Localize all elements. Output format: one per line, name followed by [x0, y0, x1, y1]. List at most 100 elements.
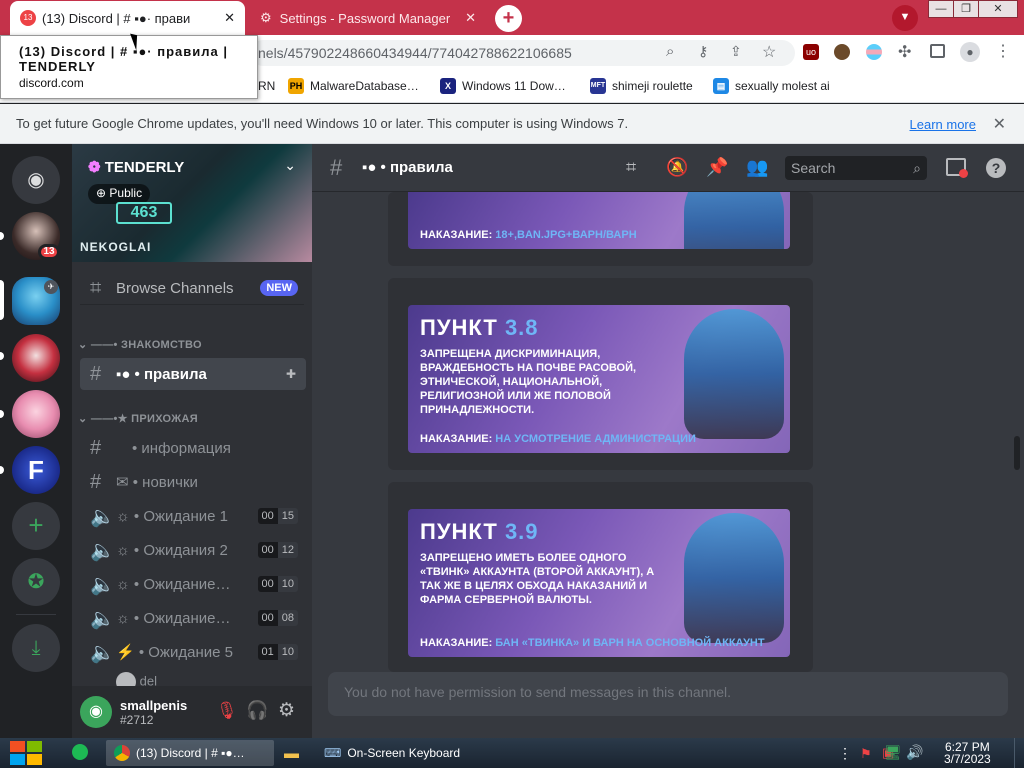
rule-body: ЗАПРЕЩЕНА ДИСКРИМИНАЦИЯ, ВРАЖДЕБНОСТЬ НА… — [420, 348, 637, 416]
share-icon[interactable]: ⇪ — [730, 43, 742, 60]
taskbar-chrome[interactable]: (13) Discord | # ▪●… — [106, 740, 274, 766]
selected-server-pill — [0, 280, 4, 320]
spotify-icon[interactable] — [72, 744, 88, 760]
headphones-icon[interactable]: 🎧 — [246, 700, 268, 721]
tab-settings[interactable]: ⚙ Settings - Password Manager ✕ — [250, 1, 486, 35]
voice-channel[interactable]: 🔈 ⚡ • Ожидание 5 01 10 — [80, 636, 306, 668]
bookmark-item[interactable]: RN — [258, 76, 275, 96]
channel-rules[interactable]: # ▪● • правила ✚ — [80, 358, 306, 390]
download-icon[interactable]: ⤓ — [12, 624, 60, 672]
channel-info[interactable]: # • информация — [80, 432, 306, 464]
extensions-puzzle-icon[interactable]: ✣ — [898, 42, 911, 62]
text-channel-icon: # — [90, 470, 102, 493]
pin-icon[interactable]: 📌 — [706, 157, 728, 178]
rule-image[interactable]: ПУНКТ 3.8 ЗАПРЕЩЕНА ДИСКРИМИНАЦИЯ, ВРАЖД… — [408, 305, 790, 453]
key-icon[interactable]: ⚷ — [698, 43, 708, 60]
server-menu-chevron-icon[interactable]: ⌄ — [284, 157, 296, 174]
update-infobar: To get future Google Chrome updates, you… — [0, 104, 1024, 144]
taskbar-explorer[interactable]: ▬ — [276, 740, 306, 766]
globe-icon: ⊕ — [96, 186, 107, 200]
server-banner[interactable]: ❁ TENDERLY ⌄ ⊕ Public 463 NEKOGLAI — [72, 144, 312, 262]
minimize-button[interactable]: — — [928, 0, 954, 18]
rule-punishment: НАКАЗАНИЕ: НА УСМОТРЕНИЕ АДМИНИСТРАЦИИ — [420, 433, 696, 445]
ublock-icon[interactable]: uo — [803, 44, 819, 60]
add-server-icon[interactable]: + — [12, 502, 60, 550]
category-prihozhaya[interactable]: ⌄ ——•★ ПРИХОЖАЯ — [78, 412, 198, 425]
network-icon[interactable]: 🖥 — [884, 744, 902, 761]
user-limit: 01 10 — [257, 644, 298, 660]
taskbar-osk[interactable]: ⌨ On-Screen Keyboard — [316, 740, 468, 766]
search-input[interactable]: Search ⌕ — [785, 156, 927, 180]
speaker-locked-icon: 🔈 — [90, 641, 115, 664]
member-list-icon[interactable]: 👥 — [746, 157, 768, 178]
tooltip-title: (13) Discord | # ▪●· правила | TENDERLY — [19, 44, 228, 74]
rule-image[interactable]: ПУНКТ 3.9 ЗАПРЕЩЕНО ИМЕТЬ БОЛЕЕ ОДНОГО «… — [408, 509, 790, 657]
channel-newbies[interactable]: # ✉ • новички — [80, 466, 306, 498]
server-icon-f[interactable]: F — [12, 446, 60, 494]
show-desktop-button[interactable] — [1014, 738, 1024, 768]
inbox-icon[interactable] — [946, 158, 968, 178]
voice-channel[interactable]: 🔈 ☼ • Ожидание… 00 10 — [80, 568, 306, 600]
discord-home-icon[interactable]: ◉ — [12, 156, 60, 204]
extension-avatar-icon[interactable] — [834, 44, 850, 60]
side-panel-icon[interactable] — [930, 44, 945, 58]
tab-discord[interactable]: 13 (13) Discord | # ▪●· прави ✕ — [10, 1, 245, 35]
voice-user[interactable]: del — [116, 672, 157, 686]
tray-menu-icon[interactable]: ⋮ — [838, 745, 852, 762]
user-limit: 00 10 — [257, 576, 298, 592]
close-tab-icon[interactable]: ✕ — [465, 10, 476, 26]
menu-kebab-icon[interactable]: ⋮ — [995, 41, 1011, 61]
tab-hover-tooltip: (13) Discord | # ▪●· правила | TENDERLY … — [0, 35, 258, 99]
learn-more-link[interactable]: Learn more — [910, 117, 976, 132]
bookmark-item[interactable]: PH MalwareDatabase… — [288, 76, 419, 96]
folder-icon: ▬ — [284, 744, 299, 762]
close-window-button[interactable]: ✕ — [978, 0, 1018, 18]
category-znakomstvo[interactable]: ⌄ ——• ЗНАКОМСТВО — [78, 338, 202, 351]
volume-icon[interactable]: 🔊 — [906, 744, 923, 761]
rule-punishment: НАКАЗАНИЕ: БАН «ТВИНКА» И ВАРН НА ОСНОВН… — [420, 637, 765, 649]
mute-mic-icon[interactable]: 🎙 — [216, 701, 238, 721]
clock[interactable]: 6:27 PM 3/7/2023 — [944, 741, 991, 765]
user-limit: 00 08 — [257, 610, 298, 626]
user-settings-gear-icon[interactable]: ⚙ — [278, 699, 295, 722]
profile-icon[interactable]: ● — [960, 42, 980, 62]
search-icon[interactable]: ⌕ — [666, 43, 674, 60]
bookmark-item[interactable]: ▤ sexually molest ai — [713, 76, 830, 96]
address-bar[interactable]: nels/457902248660434944/7740427886221066… — [250, 40, 795, 66]
anime-character-art — [684, 309, 784, 439]
close-tab-icon[interactable]: ✕ — [224, 10, 235, 26]
channel-title: ▪● • правила — [362, 159, 453, 176]
maximize-button[interactable]: ❐ — [953, 0, 979, 18]
add-member-icon[interactable]: ✚ — [286, 367, 296, 381]
user-avatar[interactable]: ◉ — [80, 696, 112, 728]
threads-icon[interactable]: ⌗ — [626, 157, 636, 178]
browse-channels-icon: ⌗ — [90, 276, 102, 299]
infobar-close-icon[interactable]: ✕ — [993, 114, 1006, 134]
user-tag: #2712 — [120, 713, 154, 727]
rule-image[interactable]: НАКАЗАНИЕ: 18+,BAN.JPG+ВАРН/ВАРН — [408, 192, 790, 249]
voice-channel[interactable]: 🔈 ☼ • Ожидание… 00 08 — [80, 602, 306, 634]
chrome-icon — [114, 745, 130, 761]
server-icon[interactable] — [12, 334, 60, 382]
flag-extension-icon[interactable] — [866, 44, 882, 60]
banner-tag: NEKOGLAI — [80, 240, 152, 254]
bookmark-item[interactable]: X Windows 11 Dow… — [440, 76, 566, 96]
browse-channels[interactable]: ⌗ Browse Channels NEW — [80, 272, 306, 304]
new-tab-button[interactable]: + — [495, 5, 522, 32]
chat-scrollbar[interactable] — [1014, 436, 1020, 470]
tab-search-chevron-icon[interactable]: ▼ — [892, 5, 918, 31]
voice-channel[interactable]: 🔈 ☼ • Ожидание 1 00 15 — [80, 500, 306, 532]
server-icon[interactable] — [12, 390, 60, 438]
infobar-text: To get future Google Chrome updates, you… — [16, 116, 629, 131]
voice-channel[interactable]: 🔈 ☼ • Ожидания 2 00 12 — [80, 534, 306, 566]
bookmark-star-icon[interactable]: ☆ — [762, 42, 776, 62]
notification-muted-icon[interactable]: 🔕 — [666, 157, 688, 178]
chevron-down-icon: ⌄ — [78, 339, 88, 351]
action-center-flag-icon[interactable]: ⚑ — [860, 746, 872, 762]
help-icon[interactable]: ? — [986, 158, 1006, 178]
explore-compass-icon[interactable]: ✪ — [12, 558, 60, 606]
bookmark-item[interactable]: MFT shimeji roulette — [590, 76, 693, 96]
avatar — [116, 672, 136, 686]
rule-punishment: НАКАЗАНИЕ: 18+,BAN.JPG+ВАРН/ВАРН — [420, 229, 637, 241]
start-button-windows-icon[interactable] — [10, 741, 42, 765]
